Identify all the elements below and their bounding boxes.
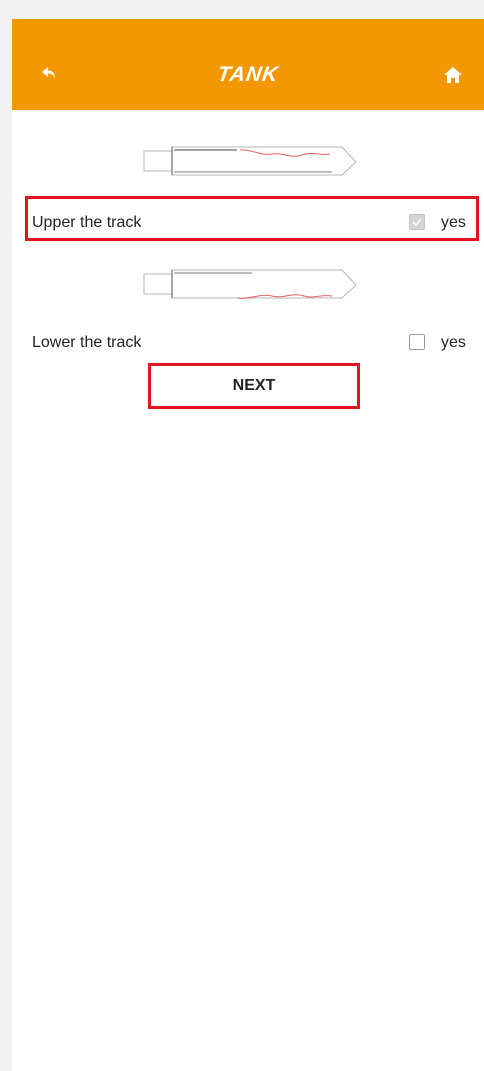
app-screen: TANK Upper the track yes Lower the track… bbox=[12, 19, 484, 1071]
upper-track-key-image bbox=[143, 146, 357, 176]
home-button[interactable] bbox=[442, 64, 464, 86]
header-bar: TANK bbox=[12, 19, 484, 110]
lower-track-yes-label: yes bbox=[441, 334, 466, 351]
lower-track-label: Lower the track bbox=[32, 334, 142, 351]
next-button[interactable]: NEXT bbox=[148, 363, 360, 409]
upper-track-highlight bbox=[25, 196, 479, 241]
lower-track-key-image bbox=[143, 269, 357, 299]
back-arrow-icon bbox=[42, 67, 55, 79]
lower-track-checkbox[interactable] bbox=[409, 334, 425, 350]
home-icon bbox=[444, 67, 462, 83]
lower-track-row: Lower the track yes bbox=[12, 326, 484, 360]
app-title: TANK bbox=[216, 63, 281, 86]
back-button[interactable] bbox=[38, 61, 62, 85]
